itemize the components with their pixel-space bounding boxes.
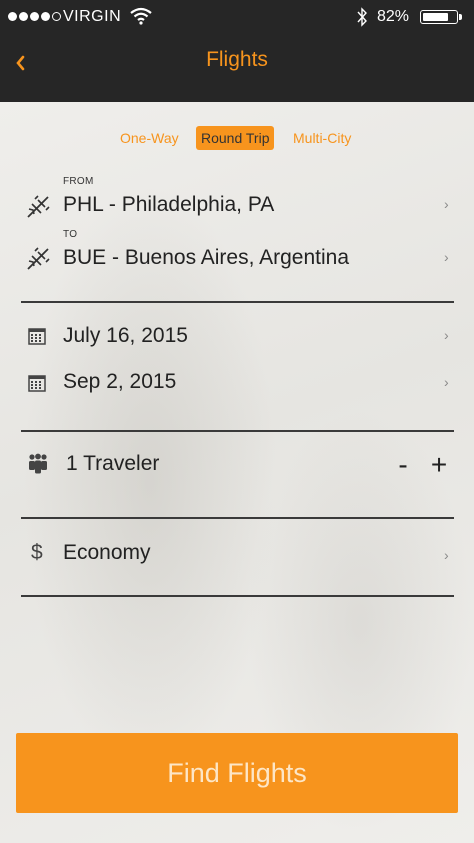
signal-dot xyxy=(41,12,50,21)
divider xyxy=(21,301,454,303)
signal-dot xyxy=(52,12,61,21)
trip-type-tabs: One-Way Round Trip Multi-City xyxy=(0,126,474,150)
calendar-icon xyxy=(28,374,46,397)
tab-one-way[interactable]: One-Way xyxy=(115,126,184,150)
chevron-right-icon: › xyxy=(444,249,449,265)
cabin-class: Economy xyxy=(63,541,151,564)
to-airport: BUE - Buenos Aires, Argentina xyxy=(63,246,349,269)
increase-travelers-button[interactable]: + xyxy=(426,451,452,479)
dollar-icon: $ xyxy=(31,541,43,564)
calendar-icon xyxy=(28,327,46,350)
signal-icon xyxy=(8,12,61,21)
page-title: Flights xyxy=(206,48,268,71)
tab-round-trip[interactable]: Round Trip xyxy=(196,126,275,150)
signal-dot xyxy=(8,12,17,21)
chevron-right-icon: › xyxy=(444,196,449,212)
carrier-name: VIRGIN xyxy=(63,8,122,25)
divider xyxy=(21,430,454,432)
battery-fill xyxy=(423,13,448,21)
to-label: TO xyxy=(63,229,78,240)
from-airport: PHL - Philadelphia, PA xyxy=(63,193,275,216)
battery-tip xyxy=(459,14,462,20)
signal-dot xyxy=(19,12,28,21)
bluetooth-icon xyxy=(356,7,368,32)
decrease-travelers-button[interactable]: - xyxy=(390,451,416,479)
chevron-right-icon: › xyxy=(444,547,449,563)
divider xyxy=(21,595,454,597)
plane-icon xyxy=(26,195,50,224)
battery-percent: 82% xyxy=(377,8,410,25)
traveler-count: 1 Traveler xyxy=(66,452,160,475)
battery-icon xyxy=(420,10,458,24)
depart-date: July 16, 2015 xyxy=(63,324,188,347)
people-icon xyxy=(26,453,50,480)
divider xyxy=(21,517,454,519)
chevron-right-icon: › xyxy=(444,374,449,390)
top-bar: VIRGIN 82% Flights xyxy=(0,0,474,102)
plane-icon xyxy=(26,247,50,276)
tab-multi-city[interactable]: Multi-City xyxy=(288,126,356,150)
from-label: FROM xyxy=(63,176,94,187)
return-date: Sep 2, 2015 xyxy=(63,370,177,393)
wifi-icon xyxy=(130,7,152,30)
find-flights-button[interactable]: Find Flights xyxy=(16,733,458,813)
status-bar: VIRGIN 82% xyxy=(0,0,474,36)
chevron-right-icon: › xyxy=(444,327,449,343)
signal-dot xyxy=(30,12,39,21)
